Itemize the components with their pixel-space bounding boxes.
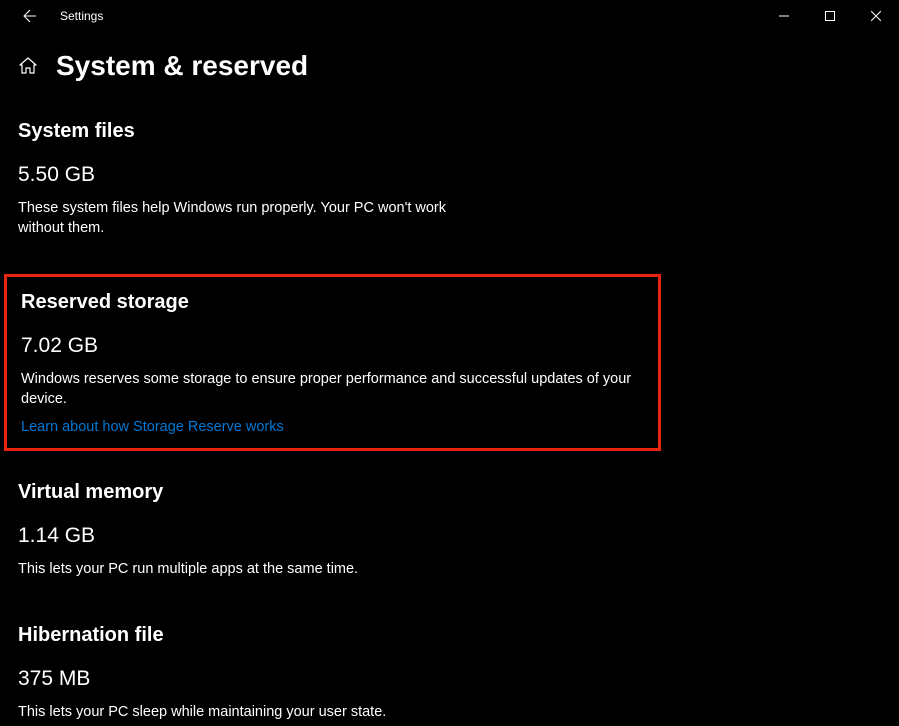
minimize-icon xyxy=(779,11,789,21)
titlebar: Settings xyxy=(0,0,899,32)
app-title: Settings xyxy=(60,9,103,23)
page-header: System & reserved xyxy=(18,50,881,82)
arrow-left-icon xyxy=(22,8,38,24)
section-reserved-storage: Reserved storage 7.02 GB Windows reserve… xyxy=(4,274,661,451)
close-icon xyxy=(871,11,881,21)
section-title: Reserved storage xyxy=(21,291,644,314)
section-desc: This lets your PC run multiple apps at t… xyxy=(18,560,881,580)
section-value: 5.50 GB xyxy=(18,163,881,187)
section-desc: Windows reserves some storage to ensure … xyxy=(21,370,644,409)
section-desc: This lets your PC sleep while maintainin… xyxy=(18,703,881,723)
home-icon[interactable] xyxy=(18,56,38,76)
minimize-button[interactable] xyxy=(761,0,807,32)
content-area: System & reserved System files 5.50 GB T… xyxy=(0,32,899,726)
section-virtual-memory: Virtual memory 1.14 GB This lets your PC… xyxy=(18,477,881,584)
storage-reserve-link[interactable]: Learn about how Storage Reserve works xyxy=(21,419,284,435)
back-button[interactable] xyxy=(10,0,50,32)
maximize-button[interactable] xyxy=(807,0,853,32)
section-desc: These system files help Windows run prop… xyxy=(18,199,458,238)
section-title: Hibernation file xyxy=(18,624,881,647)
maximize-icon xyxy=(825,11,835,21)
section-hibernation-file: Hibernation file 375 MB This lets your P… xyxy=(18,620,881,726)
page-title: System & reserved xyxy=(56,50,308,82)
section-value: 375 MB xyxy=(18,667,881,691)
close-button[interactable] xyxy=(853,0,899,32)
section-value: 7.02 GB xyxy=(21,334,644,358)
section-value: 1.14 GB xyxy=(18,524,881,548)
section-title: System files xyxy=(18,120,881,143)
section-title: Virtual memory xyxy=(18,481,881,504)
window-controls xyxy=(761,0,899,32)
section-system-files: System files 5.50 GB These system files … xyxy=(18,116,881,242)
